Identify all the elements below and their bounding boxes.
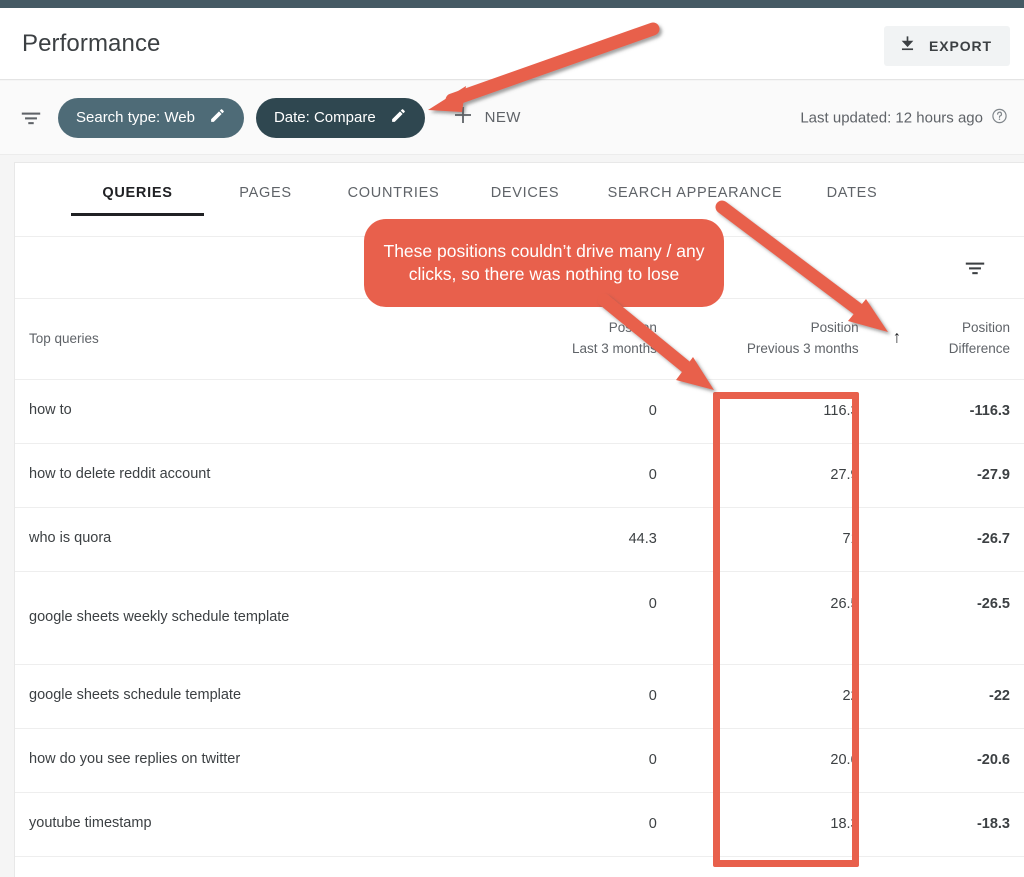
table-row[interactable]: how to delete reddit account 0 27.9 -27.… (15, 443, 1024, 507)
cell-query: youtube timestamp (15, 792, 494, 856)
cell-position-difference: -26.5 (873, 571, 1024, 664)
cell-position-difference: -22 (873, 664, 1024, 728)
column-header-position-diff-line1: Position (887, 318, 1010, 339)
tab-pages[interactable]: PAGES (204, 163, 327, 201)
tab-devices-label: DEVICES (491, 185, 560, 201)
cell-position-difference: -27.9 (873, 443, 1024, 507)
cell-position-difference: -18.3 (873, 792, 1024, 856)
cell-query: who is quora (15, 507, 494, 571)
tab-countries[interactable]: COUNTRIES (327, 163, 460, 201)
filter-bar: Search type: Web Date: Compare (0, 81, 1024, 155)
cell-query: how to delete reddit account (15, 443, 494, 507)
chip-search-type[interactable]: Search type: Web (58, 98, 244, 138)
cell-position-difference: -26.7 (873, 507, 1024, 571)
cell-position-previous: 27.9 (671, 443, 873, 507)
page-title: Performance (22, 30, 161, 58)
table-row[interactable]: how to 0 116.3 -116.3 (15, 379, 1024, 443)
chip-search-type-label: Search type: Web (76, 109, 195, 126)
filter-icon[interactable] (962, 255, 988, 281)
filter-icon[interactable] (18, 105, 44, 131)
pencil-icon (209, 107, 226, 128)
tab-pages-label: PAGES (239, 185, 291, 201)
cell-position-last: 0 (494, 571, 671, 664)
table-body: how to 0 116.3 -116.3 how to delete redd… (15, 379, 1024, 856)
cell-position-last: 0 (494, 664, 671, 728)
table-row[interactable]: google sheets weekly schedule template 0… (15, 571, 1024, 664)
cell-position-difference: -116.3 (873, 379, 1024, 443)
download-icon (898, 34, 917, 58)
last-updated-status: Last updated: 12 hours ago (800, 107, 1008, 128)
column-header-position-difference[interactable]: ↑ Position Difference (873, 299, 1024, 379)
cell-position-last: 44.3 (494, 507, 671, 571)
annotation-callout-text: These positions couldn’t drive many / an… (364, 240, 724, 287)
table-row[interactable]: who is quora 44.3 71 -26.7 (15, 507, 1024, 571)
column-header-position-prev-line1: Position (685, 318, 859, 339)
active-tab-indicator (71, 213, 204, 216)
export-button[interactable]: EXPORT (884, 26, 1010, 66)
table-row[interactable]: google sheets schedule template 0 22 -22 (15, 664, 1024, 728)
plus-icon (451, 103, 475, 132)
tab-search-appearance[interactable]: SEARCH APPEARANCE (590, 163, 800, 201)
pencil-icon (390, 107, 407, 128)
table-row[interactable]: youtube timestamp 0 18.3 -18.3 (15, 792, 1024, 856)
column-header-position-diff-line2: Difference (887, 339, 1010, 360)
annotation-callout: These positions couldn’t drive many / an… (364, 219, 724, 307)
cell-query: google sheets schedule template (15, 664, 494, 728)
cell-query: how to (15, 379, 494, 443)
tab-countries-label: COUNTRIES (348, 185, 440, 201)
column-header-position-previous-3-months[interactable]: Position Previous 3 months (671, 299, 873, 379)
cell-position-last: 0 (494, 443, 671, 507)
column-header-position-last-3-months[interactable]: Position Last 3 months (494, 299, 671, 379)
add-new-filter-label: NEW (485, 109, 521, 126)
performance-table: Top queries Position Last 3 months Posit… (15, 299, 1024, 857)
cell-position-previous: 71 (671, 507, 873, 571)
last-updated-text: Last updated: 12 hours ago (800, 109, 983, 126)
export-button-label: EXPORT (929, 38, 992, 54)
page-header: Performance EXPORT (0, 8, 1024, 80)
cell-position-previous: 18.3 (671, 792, 873, 856)
column-header-top-queries-label: Top queries (29, 331, 99, 346)
performance-report-page: Performance EXPORT Search type: Web (0, 0, 1024, 877)
chip-date-compare-label: Date: Compare (274, 109, 376, 126)
arrow-up-icon: ↑ (893, 327, 902, 347)
add-new-filter-button[interactable]: NEW (451, 103, 521, 132)
cell-position-last: 0 (494, 379, 671, 443)
cell-position-previous: 116.3 (671, 379, 873, 443)
cell-query: how do you see replies on twitter (15, 728, 494, 792)
tab-dates[interactable]: DATES (800, 163, 904, 201)
column-header-position-prev-line2: Previous 3 months (685, 339, 859, 360)
table-header-row: Top queries Position Last 3 months Posit… (15, 299, 1024, 379)
cell-position-previous: 26.5 (671, 571, 873, 664)
table-row[interactable]: how do you see replies on twitter 0 20.6… (15, 728, 1024, 792)
tab-queries-label: QUERIES (102, 185, 172, 201)
cell-query: google sheets weekly schedule template (15, 571, 494, 664)
app-top-bar (0, 0, 1024, 8)
column-header-top-queries[interactable]: Top queries (15, 299, 494, 379)
help-circle-icon[interactable] (991, 107, 1008, 128)
chip-date-compare[interactable]: Date: Compare (256, 98, 425, 138)
cell-position-difference: -20.6 (873, 728, 1024, 792)
cell-position-previous: 22 (671, 664, 873, 728)
tab-queries[interactable]: QUERIES (71, 163, 204, 201)
tab-devices[interactable]: DEVICES (460, 163, 590, 201)
column-header-position-last-line2: Last 3 months (508, 339, 657, 360)
tab-search-appearance-label: SEARCH APPEARANCE (608, 185, 783, 201)
cell-position-last: 0 (494, 728, 671, 792)
column-header-position-last-line1: Position (508, 318, 657, 339)
cell-position-last: 0 (494, 792, 671, 856)
tab-dates-label: DATES (827, 185, 878, 201)
cell-position-previous: 20.6 (671, 728, 873, 792)
